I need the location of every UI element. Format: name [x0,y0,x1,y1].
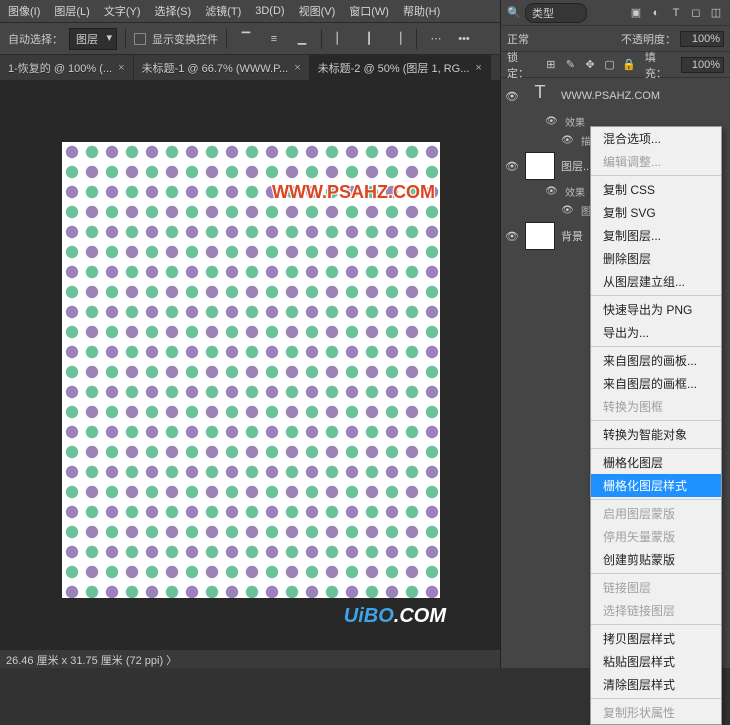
context-menu-item: 链接图层 [591,576,721,599]
context-menu-item: 编辑调整... [591,150,721,173]
blend-mode-dropdown[interactable]: 正常 [507,31,607,47]
filter-image-icon[interactable]: ▣ [628,5,644,21]
context-menu-item[interactable]: 复制图层... [591,224,721,247]
lock-label: 锁定： [507,49,539,81]
context-menu-item: 选择链接图层 [591,599,721,622]
lock-artboard-icon[interactable]: ▢ [602,57,618,73]
visibility-icon[interactable]: 👁 [505,160,519,173]
visibility-icon[interactable]: 👁 [545,116,559,127]
tab-doc3[interactable]: 未标题-2 @ 50% (图层 1, RG...× [310,55,491,80]
watermark-text: WWW.PSAHZ.COM [272,182,435,203]
menu-select[interactable]: 选择(S) [155,3,192,19]
auto-select-dropdown[interactable]: 图层 [69,28,117,50]
menu-help[interactable]: 帮助(H) [403,3,440,19]
context-menu-item[interactable]: 复制 SVG [591,201,721,224]
tab-doc1[interactable]: 1-恢复的 @ 100% (...× [0,55,134,80]
context-menu-item: 启用图层蒙版 [591,502,721,525]
menu-text[interactable]: 文字(Y) [104,3,141,19]
layer-thumbnail [525,222,555,250]
context-menu-item[interactable]: 导出为... [591,321,721,344]
context-menu-item[interactable]: 栅格化图层样式 [591,474,721,497]
visibility-icon[interactable]: 👁 [561,135,575,146]
context-menu-item[interactable]: 清除图层样式 [591,673,721,696]
more-options-icon[interactable]: ••• [453,28,475,50]
menu-filter[interactable]: 滤镜(T) [205,3,241,19]
text-layer-icon: T [525,82,555,110]
canvas[interactable]: WWW.PSAHZ.COM [62,142,440,598]
context-menu-item[interactable]: 创建剪贴蒙版 [591,548,721,571]
auto-select-label: 自动选择： [8,31,63,47]
menu-image[interactable]: 图像(I) [8,3,40,19]
context-menu-item[interactable]: 混合选项... [591,127,721,150]
search-icon: 🔍 [507,6,521,20]
visibility-icon[interactable]: 👁 [561,205,575,216]
menu-3d[interactable]: 3D(D) [255,5,284,17]
layer-filter-dropdown[interactable]: 类型 [525,3,587,23]
context-menu-item[interactable]: 栅格化图层 [591,451,721,474]
menu-window[interactable]: 窗口(W) [349,3,389,19]
fill-input[interactable]: 100% [681,57,724,73]
filter-smart-icon[interactable]: ◫ [708,5,724,21]
layer-label: WWW.PSAHZ.COM [561,90,660,102]
close-icon[interactable]: × [475,62,481,74]
distribute-icon[interactable]: ⋯ [425,28,447,50]
layer-text[interactable]: 👁 T WWW.PSAHZ.COM [501,80,730,112]
lock-pixels-icon[interactable]: ✎ [563,57,579,73]
layer-thumbnail [525,152,555,180]
tab-doc2[interactable]: 未标题-1 @ 66.7% (WWW.P...× [134,55,310,80]
context-menu-item: 停用矢量蒙版 [591,525,721,548]
opacity-label: 不透明度： [621,31,676,47]
context-menu-item[interactable]: 删除图层 [591,247,721,270]
close-icon[interactable]: × [294,62,300,74]
lock-all-icon[interactable]: 🔒 [621,57,637,73]
filter-adjust-icon[interactable]: ◐ [648,5,664,21]
align-vcenter-icon[interactable]: ≡ [263,28,285,50]
align-bottom-icon[interactable]: ▁ [291,28,313,50]
lock-transparency-icon[interactable]: ⊞ [543,57,559,73]
status-bar: 26.46 厘米 x 31.75 厘米 (72 ppi) 〉 [0,650,500,668]
brand-watermark: UiBO.COM [344,605,446,628]
show-transform-checkbox[interactable] [134,33,146,45]
visibility-icon[interactable]: 👁 [545,186,559,197]
context-menu-item: 复制形状属性 [591,701,721,724]
context-menu-item[interactable]: 来自图层的画板... [591,349,721,372]
canvas-area: WWW.PSAHZ.COM UiBO.COM [0,80,500,650]
align-left-icon[interactable]: ▏ [330,28,352,50]
layer-label: 图层... [561,158,592,174]
context-menu-item[interactable]: 粘贴图层样式 [591,650,721,673]
visibility-icon[interactable]: 👁 [505,90,519,103]
close-icon[interactable]: × [118,62,124,74]
align-hcenter-icon[interactable]: ┃ [358,28,380,50]
menu-view[interactable]: 视图(V) [299,3,336,19]
align-right-icon[interactable]: ▕ [386,28,408,50]
filter-shape-icon[interactable]: ◻ [688,5,704,21]
visibility-icon[interactable]: 👁 [505,230,519,243]
polka-dot-pattern [62,142,440,598]
context-menu-item[interactable]: 拷贝图层样式 [591,627,721,650]
fill-label: 填充： [645,49,677,81]
menu-layer[interactable]: 图层(L) [54,3,89,19]
show-transform-label: 显示变换控件 [152,31,218,47]
lock-position-icon[interactable]: ✥ [582,57,598,73]
context-menu-item[interactable]: 快速导出为 PNG [591,298,721,321]
filter-text-icon[interactable]: T [668,5,684,21]
opacity-input[interactable]: 100% [680,31,724,47]
align-top-icon[interactable]: ▔ [235,28,257,50]
context-menu-item: 转换为图框 [591,395,721,418]
layer-label: 背景 [561,228,583,244]
layer-context-menu: 混合选项...编辑调整... 复制 CSS复制 SVG复制图层...删除图层从图层… [590,126,722,725]
context-menu-item[interactable]: 从图层建立组... [591,270,721,293]
context-menu-item[interactable]: 转换为智能对象 [591,423,721,446]
context-menu-item[interactable]: 复制 CSS [591,178,721,201]
context-menu-item[interactable]: 来自图层的画框... [591,372,721,395]
